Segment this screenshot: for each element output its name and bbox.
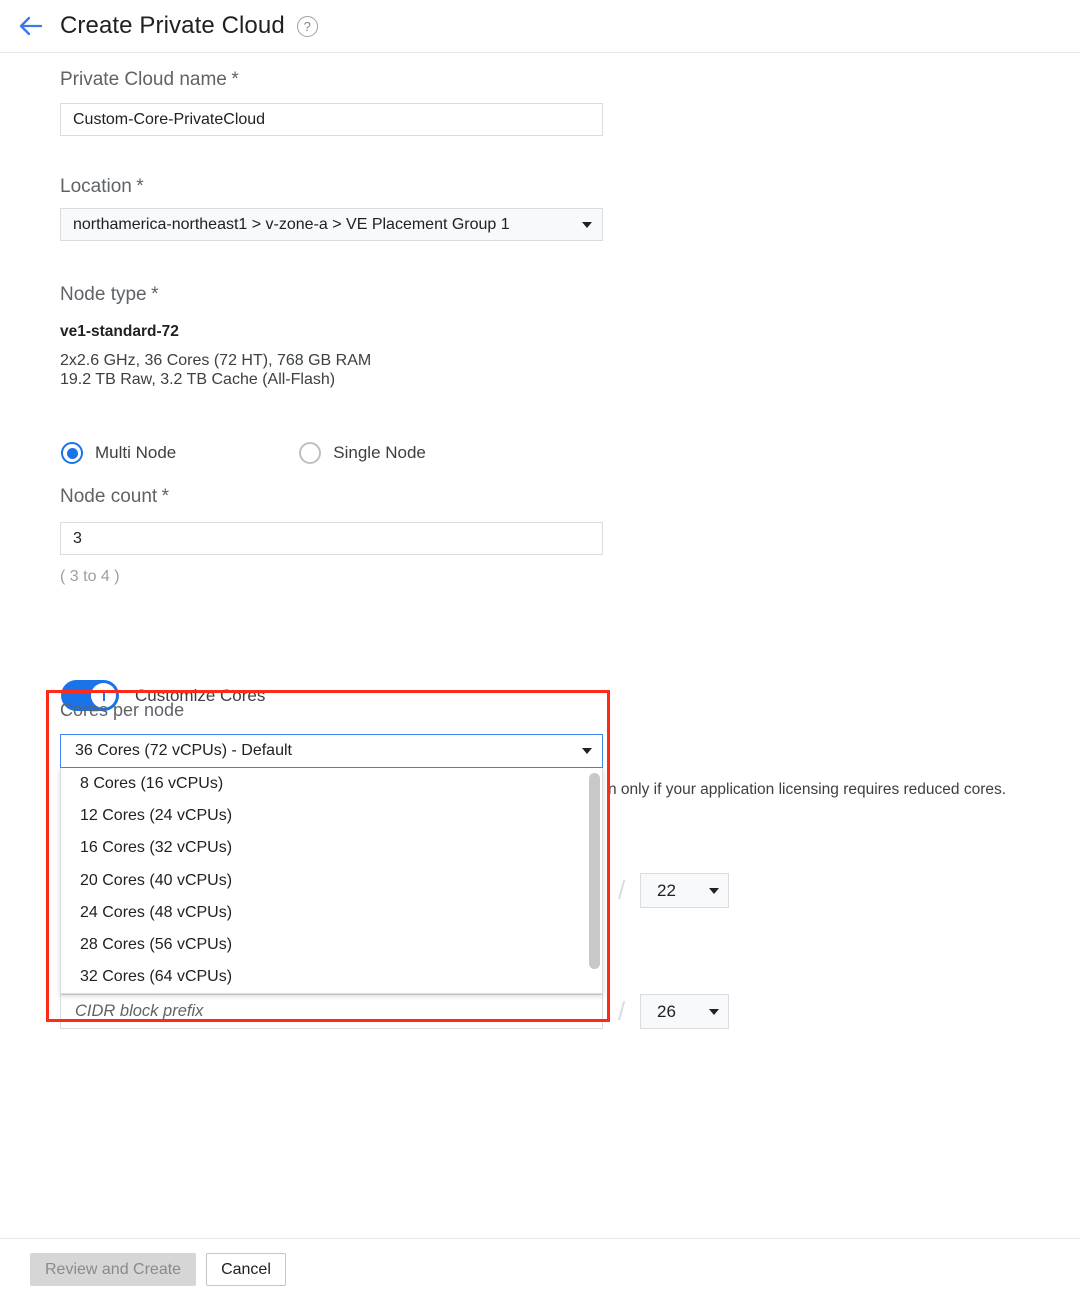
dropdown-scrollbar[interactable] (589, 771, 600, 991)
chevron-down-icon (709, 887, 719, 894)
node-count-label: Node count * (60, 486, 169, 508)
required-asterisk: * (231, 69, 239, 90)
scrollbar-thumb[interactable] (589, 773, 600, 969)
cidr-prefix-value-upper: 22 (657, 880, 676, 900)
cores-per-node-select[interactable]: 36 Cores (72 vCPUs) - Default (60, 734, 603, 768)
cancel-button[interactable]: Cancel (206, 1253, 286, 1286)
node-type-spec-line-2: 19.2 TB Raw, 3.2 TB Cache (All-Flash) (60, 371, 336, 388)
chevron-down-icon (582, 748, 592, 754)
node-count-input[interactable] (60, 522, 603, 555)
node-count-label-text: Node count (60, 486, 158, 507)
cores-per-node-option-list[interactable]: 8 Cores (16 vCPUs) 12 Cores (24 vCPUs) 1… (60, 768, 603, 994)
node-type-label-text: Node type (60, 284, 147, 305)
cores-option[interactable]: 8 Cores (16 vCPUs) (61, 768, 602, 800)
cores-per-node-selected-value: 36 Cores (72 vCPUs) - Default (75, 742, 292, 759)
private-cloud-name-label-text: Private Cloud name (60, 69, 227, 90)
chevron-down-icon (582, 221, 592, 228)
node-type-name: ve1-standard-72 (60, 323, 179, 340)
cidr-separator-lower: / (618, 996, 626, 1026)
page-title: Create Private Cloud (60, 12, 285, 39)
cidr-separator-upper: / (618, 875, 626, 905)
private-cloud-name-input[interactable] (60, 103, 603, 136)
radio-multi-node[interactable]: Multi Node (61, 442, 176, 464)
cores-option[interactable]: 28 Cores (56 vCPUs) (61, 929, 602, 961)
node-count-range-hint: ( 3 to 4 ) (60, 568, 120, 585)
location-select-value: northamerica-northeast1 > v-zone-a > VE … (73, 215, 510, 233)
review-and-create-button[interactable]: Review and Create (30, 1253, 197, 1286)
location-select[interactable]: northamerica-northeast1 > v-zone-a > VE … (60, 208, 603, 241)
cores-hint-text: n only if your application licensing req… (608, 781, 1007, 798)
required-asterisk: * (151, 284, 159, 305)
node-type-label: Node type * (60, 284, 158, 306)
back-arrow-icon[interactable] (16, 11, 46, 41)
cidr-block-placeholder: CIDR block prefix (75, 1002, 204, 1020)
chevron-down-icon (709, 1008, 719, 1015)
cores-option[interactable]: 24 Cores (48 vCPUs) (61, 897, 602, 929)
help-icon[interactable]: ? (296, 15, 318, 37)
location-label: Location * (60, 176, 144, 198)
radio-single-node[interactable]: Single Node (299, 442, 426, 464)
cores-option[interactable]: 20 Cores (40 vCPUs) (61, 865, 602, 897)
node-type-spec-line-1: 2x2.6 GHz, 36 Cores (72 HT), 768 GB RAM (60, 352, 372, 369)
cidr-prefix-select-lower[interactable]: 26 (640, 994, 729, 1029)
cores-option[interactable]: 16 Cores (32 vCPUs) (61, 832, 602, 864)
radio-unselected-icon (299, 442, 322, 464)
private-cloud-name-label: Private Cloud name * (60, 69, 239, 91)
cores-option[interactable]: 12 Cores (24 vCPUs) (61, 800, 602, 832)
required-asterisk: * (161, 486, 170, 507)
radio-single-node-label: Single Node (333, 443, 426, 462)
cidr-prefix-select-upper[interactable]: 22 (640, 873, 729, 908)
cores-option[interactable]: 32 Cores (64 vCPUs) (61, 961, 602, 993)
create-private-cloud-page: Create Private Cloud ? Private Cloud nam… (0, 0, 1080, 1300)
location-label-text: Location (60, 176, 132, 197)
node-mode-radio-group: Multi Node Single Node (61, 442, 426, 464)
cores-per-node-label: Cores per node (60, 700, 185, 720)
page-footer: Review and Create Cancel (0, 1238, 1080, 1300)
cidr-block-field-lower[interactable]: CIDR block prefix (60, 994, 603, 1029)
required-asterisk: * (136, 176, 144, 197)
radio-multi-node-label: Multi Node (95, 443, 177, 462)
cidr-prefix-value-lower: 26 (657, 1001, 676, 1021)
radio-selected-icon (61, 442, 83, 464)
page-header: Create Private Cloud ? (0, 0, 1080, 53)
